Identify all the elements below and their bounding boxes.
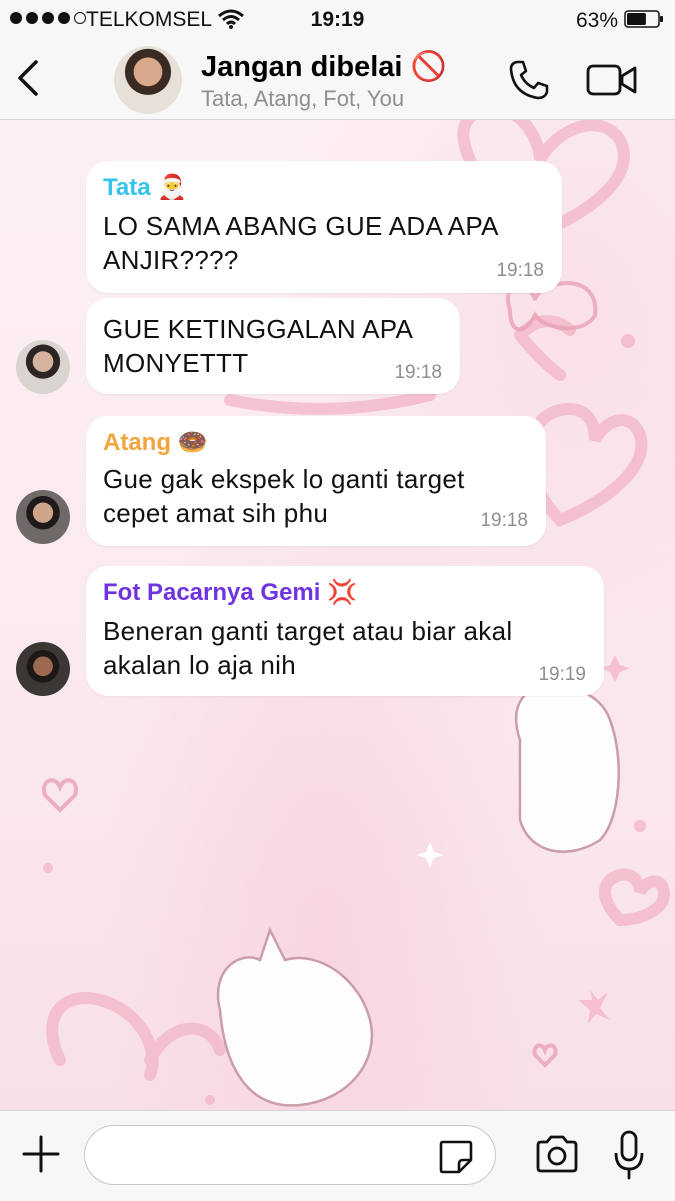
message-text: Beneran ganti target atau biar akal akal… <box>103 614 512 682</box>
video-camera-icon[interactable] <box>586 62 638 98</box>
message-text: GUE KETINGGALAN APA MONYETTT <box>103 312 413 380</box>
message-time: 19:18 <box>394 362 442 383</box>
status-time: 19:19 <box>310 8 365 31</box>
chat-title[interactable]: Jangan dibelai 🚫 <box>201 50 447 84</box>
message-time: 19:18 <box>480 510 528 531</box>
message-line: cepet amat sih phu <box>103 498 329 528</box>
message-text: Gue gak ekspek lo ganti target cepet ama… <box>103 462 465 530</box>
plus-icon[interactable] <box>20 1133 62 1175</box>
sender-avatar[interactable] <box>16 642 70 696</box>
sender-name: Fot Pacarnya Gemi 💢 <box>103 579 357 606</box>
group-avatar[interactable] <box>114 46 182 114</box>
message-line: GUE KETINGGALAN APA <box>103 314 414 344</box>
message-input[interactable] <box>84 1125 496 1185</box>
phone-icon[interactable] <box>507 58 551 102</box>
sender-avatar[interactable] <box>16 340 70 394</box>
message-line: Beneran ganti target atau biar akal <box>103 616 513 646</box>
back-chevron-icon[interactable] <box>14 58 46 98</box>
sender-avatar[interactable] <box>16 490 70 544</box>
sticker-icon[interactable] <box>437 1138 475 1176</box>
sender-name: Tata 🎅 <box>103 174 188 201</box>
message-bubble[interactable]: Atang 🍩 Gue gak ekspek lo ganti target c… <box>86 416 546 546</box>
message-line: LO SAMA ABANG GUE ADA APA <box>103 211 499 241</box>
microphone-icon[interactable] <box>613 1129 645 1181</box>
message-time: 19:18 <box>496 260 544 281</box>
chat-area[interactable]: Tata 🎅 LO SAMA ABANG GUE ADA APA ANJIR??… <box>0 120 675 1110</box>
message-line: MONYETTT <box>103 348 249 378</box>
message-line: ANJIR???? <box>103 245 239 275</box>
message-input-bar <box>0 1110 675 1201</box>
camera-icon[interactable] <box>534 1133 580 1175</box>
message-line: akalan lo aja nih <box>103 650 297 680</box>
chat-members[interactable]: Tata, Atang, Fot, You <box>201 86 404 112</box>
battery-icon <box>624 10 663 28</box>
status-bar: TELKOMSEL 19:19 63% <box>0 0 675 40</box>
message-bubble[interactable]: Tata 🎅 LO SAMA ABANG GUE ADA APA ANJIR??… <box>86 161 562 293</box>
message-bubble[interactable]: Fot Pacarnya Gemi 💢 Beneran ganti target… <box>86 566 604 696</box>
sender-name: Atang 🍩 <box>103 429 208 456</box>
message-time: 19:19 <box>538 664 586 685</box>
message-bubble[interactable]: GUE KETINGGALAN APA MONYETTT 19:18 <box>86 298 460 394</box>
chat-header: Jangan dibelai 🚫 Tata, Atang, Fot, You <box>0 40 675 120</box>
message-text: LO SAMA ABANG GUE ADA APA ANJIR???? <box>103 209 499 277</box>
battery-percentage: 63% <box>576 9 619 32</box>
message-line: Gue gak ekspek lo ganti target <box>103 464 465 494</box>
